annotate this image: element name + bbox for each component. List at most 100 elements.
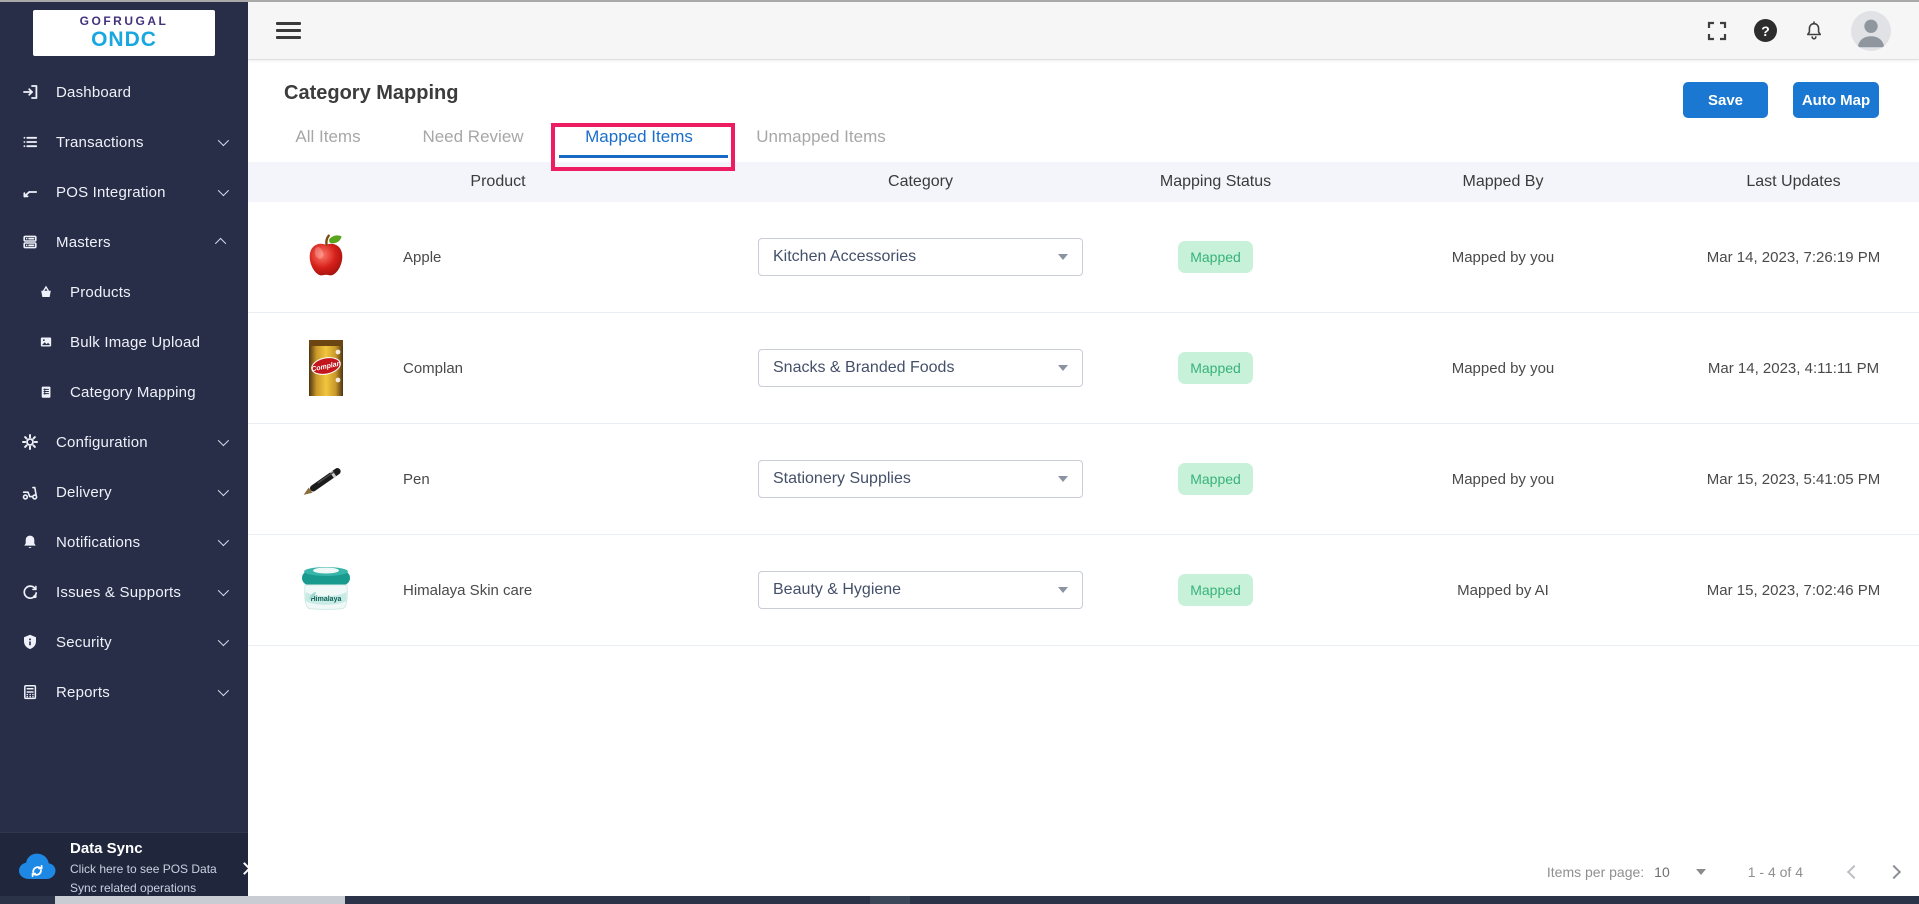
gofrugal-ondc-logo: GOFRUGAL ONDC [33,10,215,56]
column-header-mapped-by: Mapped By [1338,173,1668,191]
page-next-icon[interactable] [1887,865,1901,879]
data-sync-text: Data Sync Click here to see POS Data Syn… [70,840,240,897]
sidebar-item-dashboard[interactable]: Dashboard [0,67,248,117]
sidebar-item-masters[interactable]: Masters [0,217,248,267]
security-shield-icon [20,633,40,651]
table-row: Complan Complan Snacks & Branded Foods M… [248,313,1919,424]
category-dropdown[interactable]: Kitchen Accessories [758,238,1083,276]
sidebar-item-bulk-image-upload[interactable]: Bulk Image Upload [0,317,248,367]
status-cell: Mapped [1093,241,1338,273]
sidebar-item-reports[interactable]: Reports [0,667,248,717]
items-per-page-label: Items per page: [1547,864,1644,880]
table-row: Apple Kitchen Accessories Mapped Mapped … [248,202,1919,313]
delivery-icon [20,483,40,501]
mapped-by: Mapped by AI [1338,582,1668,599]
status-badge: Mapped [1178,241,1253,273]
category-dropdown[interactable]: Beauty & Hygiene [758,571,1083,609]
sidebar-item-delivery[interactable]: Delivery [0,467,248,517]
category-dropdown[interactable]: Snacks & Branded Foods [758,349,1083,387]
sidebar-item-issues-supports[interactable]: Issues & Supports [0,567,248,617]
page-prev-icon[interactable] [1847,865,1861,879]
save-button[interactable]: Save [1683,82,1768,118]
reports-icon [20,683,40,701]
category-cell: Snacks & Branded Foods [748,349,1093,387]
product-name: Apple [403,249,748,266]
category-dropdown-value: Snacks & Branded Foods [773,359,954,377]
tab-all-items[interactable]: All Items [295,123,360,151]
sidebar-menu: Dashboard Transactions POS Integration [0,67,248,717]
chevron-down-icon [218,585,229,596]
table-row: Himalaya Himalaya Skin care Beauty & Hyg… [248,535,1919,646]
fullscreen-icon[interactable] [1706,20,1728,42]
column-header-product: Product [248,173,748,191]
page-range-label: 1 - 4 of 4 [1748,864,1803,880]
product-image-himalaya: Himalaya [248,559,403,621]
sidebar-item-category-mapping[interactable]: Category Mapping [0,367,248,417]
last-update: Mar 14, 2023, 4:11:11 PM [1668,360,1919,377]
status-badge: Mapped [1178,574,1253,606]
tab-need-review[interactable]: Need Review [422,123,523,151]
sidebar-item-label: Delivery [56,484,112,501]
transactions-icon [20,133,40,151]
category-dropdown[interactable]: Stationery Supplies [758,460,1083,498]
notifications-bell-icon [20,533,40,551]
items-per-page-value[interactable]: 10 [1654,864,1670,880]
avatar[interactable] [1851,11,1891,51]
sidebar-item-products[interactable]: Products [0,267,248,317]
category-cell: Stationery Supplies [748,460,1093,498]
product-image-apple [248,226,403,288]
sidebar-item-label: Issues & Supports [56,584,181,601]
sidebar-item-transactions[interactable]: Transactions [0,117,248,167]
sidebar-item-configuration[interactable]: Configuration [0,417,248,467]
chevron-down-icon [218,485,229,496]
dropdown-caret-icon [1058,476,1068,482]
data-sync-panel[interactable]: Data Sync Click here to see POS Data Syn… [0,832,248,904]
help-icon[interactable]: ? [1754,19,1777,42]
sidebar-item-pos-integration[interactable]: POS Integration [0,167,248,217]
items-per-page-caret-icon[interactable] [1696,869,1706,875]
sidebar-item-label: Security [56,634,112,651]
tab-unmapped-items[interactable]: Unmapped Items [756,123,885,151]
mapped-by: Mapped by you [1338,249,1668,266]
tab-mapped-items[interactable]: Mapped Items [585,123,693,151]
column-header-category: Category [748,173,1093,191]
cloud-sync-icon [14,848,60,889]
category-dropdown-value: Stationery Supplies [773,470,911,488]
horizontal-scrollbar[interactable] [0,896,1919,904]
sidebar-item-security[interactable]: Security [0,617,248,667]
data-sync-title: Data Sync [70,840,240,857]
chevron-down-icon [218,685,229,696]
sidebar-item-label: Notifications [56,534,140,551]
hamburger-icon[interactable] [276,22,301,39]
issues-supports-icon [20,583,40,601]
status-cell: Mapped [1093,463,1338,495]
category-dropdown-value: Beauty & Hygiene [773,581,901,599]
column-header-mapping-status: Mapping Status [1093,173,1338,191]
product-image-complan: Complan [248,337,403,399]
sidebar-item-label: Category Mapping [70,384,196,401]
chevron-down-icon [218,135,229,146]
chevron-up-icon [215,238,226,249]
auto-map-button[interactable]: Auto Map [1793,82,1879,118]
mapped-by: Mapped by you [1338,360,1668,377]
status-cell: Mapped [1093,574,1338,606]
sidebar-item-label: Transactions [56,134,144,151]
topbar-icons: ? [1706,11,1891,51]
sidebar-item-notifications[interactable]: Notifications [0,517,248,567]
masters-icon [20,233,40,251]
logo-text-gofrugal: GOFRUGAL [80,15,169,28]
status-cell: Mapped [1093,352,1338,384]
table-row: Pen Stationery Supplies Mapped Mapped by… [248,424,1919,535]
active-tab-underline [559,155,728,158]
category-mapping-icon [36,384,56,400]
scrollbar-marker [870,896,910,904]
dropdown-caret-icon [1058,587,1068,593]
category-cell: Kitchen Accessories [748,238,1093,276]
bell-icon[interactable] [1803,20,1825,42]
last-update: Mar 15, 2023, 5:41:05 PM [1668,471,1919,488]
product-name: Complan [403,360,748,377]
product-name: Pen [403,471,748,488]
scrollbar-thumb[interactable] [55,896,345,904]
sidebar-item-label: POS Integration [56,184,166,201]
category-cell: Beauty & Hygiene [748,571,1093,609]
